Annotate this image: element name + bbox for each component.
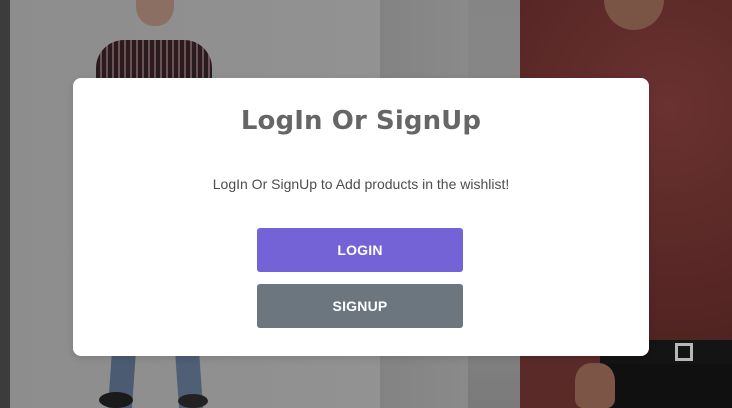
- login-signup-modal: LogIn Or SignUp LogIn Or SignUp to Add p…: [73, 78, 649, 356]
- right-model-pants: [600, 364, 732, 408]
- left-model-left-shoe: [99, 392, 133, 408]
- login-button[interactable]: LOGIN: [257, 228, 463, 272]
- right-model-belt-buckle: [675, 343, 693, 361]
- left-model-right-shoe: [178, 394, 208, 408]
- left-edge-shadow: [0, 0, 10, 408]
- modal-subtitle: LogIn Or SignUp to Add products in the w…: [212, 176, 510, 192]
- modal-title: LogIn Or SignUp: [240, 106, 482, 136]
- signup-button[interactable]: SIGNUP: [257, 284, 463, 328]
- right-model-hand: [575, 363, 615, 408]
